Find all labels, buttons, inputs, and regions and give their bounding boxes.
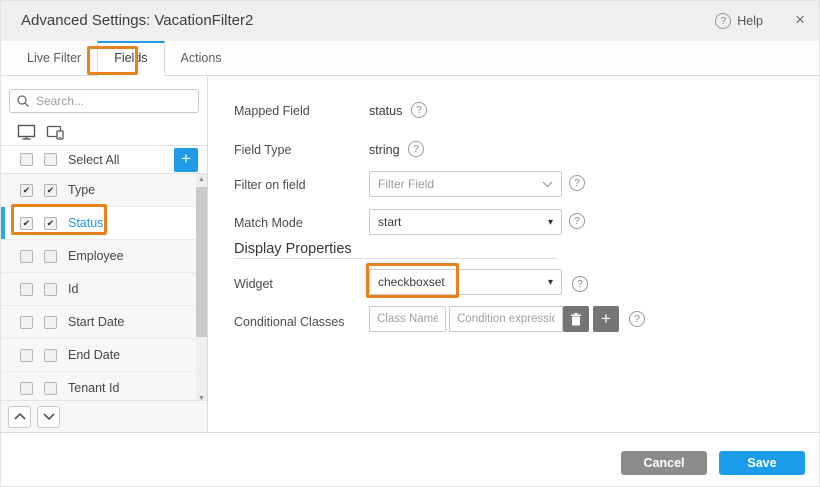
tab-fields[interactable]: Fields (97, 41, 164, 76)
employee-web-checkbox[interactable] (20, 250, 33, 263)
tenant-id-web-checkbox[interactable] (20, 382, 33, 395)
class-name-input[interactable] (369, 306, 446, 332)
field-row-id[interactable]: Id (1, 273, 207, 306)
dialog-header: Advanced Settings: VacationFilter2 ? Hel… (1, 1, 820, 41)
scroll-up-icon[interactable]: ▲ (196, 175, 207, 185)
type-web-checkbox[interactable]: ✔ (20, 184, 33, 197)
status-mobile-checkbox[interactable]: ✔ (44, 217, 57, 230)
help-label: Help (737, 14, 763, 28)
employee-mobile-checkbox[interactable] (44, 250, 57, 263)
field-row-employee[interactable]: Employee (1, 240, 207, 273)
delete-class-button[interactable] (563, 306, 589, 332)
conditional-classes-label: Conditional Classes (234, 315, 344, 329)
filter-on-field-label: Filter on field (234, 178, 306, 192)
close-icon[interactable]: × (795, 11, 805, 29)
add-class-button[interactable]: + (593, 306, 619, 332)
start-date-web-checkbox[interactable] (20, 316, 33, 329)
field-row-start-date[interactable]: Start Date (1, 306, 207, 339)
help-icon: ? (715, 13, 731, 29)
tab-actions[interactable]: Actions (165, 41, 238, 75)
match-mode-help-icon[interactable]: ? (569, 213, 585, 229)
field-label: End Date (68, 348, 120, 362)
add-field-button[interactable]: + (174, 148, 198, 172)
status-web-checkbox[interactable]: ✔ (20, 217, 33, 230)
search-input[interactable] (9, 89, 199, 113)
field-label: Type (68, 183, 95, 197)
search-box (9, 89, 199, 113)
dropdown-arrow-icon: ▾ (548, 277, 553, 288)
mapped-field-label: Mapped Field (234, 104, 310, 118)
field-type-help-icon[interactable]: ? (408, 141, 424, 157)
field-list: ✔ ✔ Type ✔ ✔ Status Employee Id (1, 174, 207, 405)
field-label: Id (68, 282, 78, 296)
start-date-mobile-checkbox[interactable] (44, 316, 57, 329)
trash-icon (570, 313, 582, 326)
filter-on-field-help-icon[interactable]: ? (569, 175, 585, 191)
id-mobile-checkbox[interactable] (44, 283, 57, 296)
fields-sidebar: Select All + ✔ ✔ Type ✔ ✔ Status Employe… (1, 77, 208, 432)
match-mode-value: start (378, 215, 401, 229)
move-up-button[interactable] (8, 406, 31, 428)
widget-help-icon[interactable]: ? (572, 276, 588, 292)
scrollbar-thumb[interactable] (196, 187, 207, 337)
widget-label: Widget (234, 277, 273, 291)
dialog-title: Advanced Settings: VacationFilter2 (21, 12, 253, 29)
tab-bar: Live Filter Fields Actions (1, 41, 820, 76)
conditional-classes-help-icon[interactable]: ? (629, 311, 645, 327)
field-label: Status (68, 216, 103, 230)
tab-live-filter[interactable]: Live Filter (11, 41, 97, 75)
search-icon (16, 94, 30, 108)
dialog-footer: Cancel Save (1, 432, 820, 487)
device-column-headers (1, 119, 207, 146)
help-button[interactable]: ? Help (715, 13, 763, 29)
field-label: Start Date (68, 315, 124, 329)
type-mobile-checkbox[interactable]: ✔ (44, 184, 57, 197)
field-settings-panel: Mapped Field status ? Field Type string … (209, 77, 820, 432)
select-all-mobile-checkbox[interactable] (44, 153, 57, 166)
filter-on-field-placeholder: Filter Field (378, 177, 434, 191)
select-all-web-checkbox[interactable] (20, 153, 33, 166)
desktop-icon (17, 124, 36, 140)
field-row-end-date[interactable]: End Date (1, 339, 207, 372)
select-all-label: Select All (68, 153, 119, 167)
id-web-checkbox[interactable] (20, 283, 33, 296)
select-all-row[interactable]: Select All + (1, 146, 207, 174)
filter-on-field-select[interactable]: Filter Field (369, 171, 562, 197)
match-mode-label: Match Mode (234, 216, 303, 230)
field-type-value: string (369, 143, 400, 157)
end-date-mobile-checkbox[interactable] (44, 349, 57, 362)
condition-expression-input[interactable] (449, 306, 563, 332)
field-type-label: Field Type (234, 143, 291, 157)
mapped-field-value: status (369, 104, 402, 118)
widget-value: checkboxset (378, 275, 445, 289)
section-divider (234, 258, 557, 259)
move-down-button[interactable] (37, 406, 60, 428)
save-button[interactable]: Save (719, 451, 805, 475)
tenant-id-mobile-checkbox[interactable] (44, 382, 57, 395)
match-mode-select[interactable]: start ▾ (369, 209, 562, 235)
end-date-web-checkbox[interactable] (20, 349, 33, 362)
widget-select[interactable]: checkboxset ▾ (369, 269, 562, 295)
mapped-field-help-icon[interactable]: ? (411, 102, 427, 118)
field-label: Tenant Id (68, 381, 119, 395)
chevron-down-icon (542, 181, 553, 188)
advanced-settings-dialog: Advanced Settings: VacationFilter2 ? Hel… (0, 0, 820, 487)
field-label: Employee (68, 249, 124, 263)
mobile-devices-icon (46, 124, 65, 140)
display-properties-heading: Display Properties (234, 241, 352, 257)
dropdown-arrow-icon: ▾ (548, 217, 553, 228)
field-row-status[interactable]: ✔ ✔ Status (1, 207, 207, 240)
field-reorder-bar (1, 400, 207, 432)
field-row-type[interactable]: ✔ ✔ Type (1, 174, 207, 207)
list-scrollbar[interactable]: ▲ ▼ (196, 174, 207, 405)
cancel-button[interactable]: Cancel (621, 451, 707, 475)
